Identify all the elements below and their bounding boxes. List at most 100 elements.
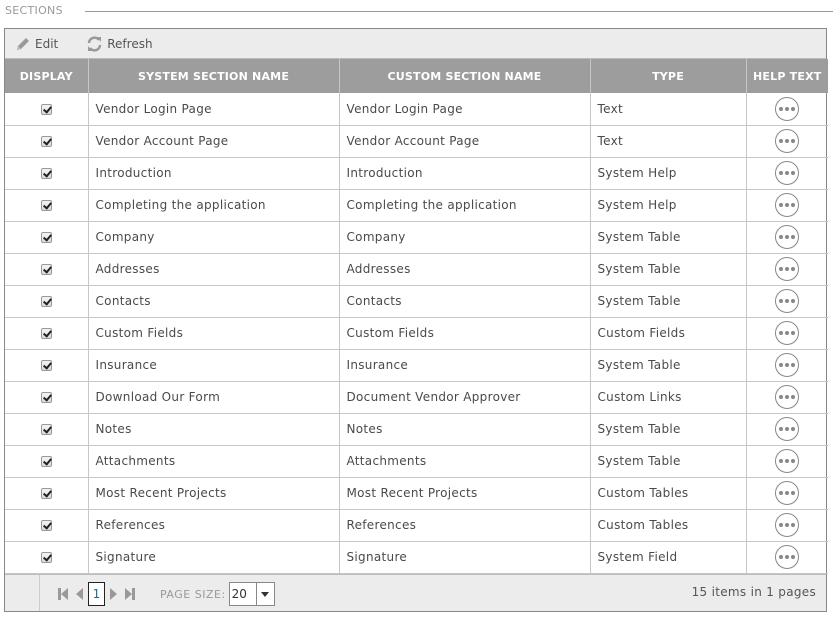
section-header: SECTIONS <box>5 4 833 20</box>
table-row[interactable]: Addresses Addresses System Table <box>5 253 828 286</box>
system-section-name-cell: Contacts <box>88 285 340 318</box>
last-page-icon[interactable] <box>122 583 138 605</box>
table-row[interactable]: Custom Fields Custom Fields Custom Fields <box>5 317 828 350</box>
pencil-icon <box>17 37 29 50</box>
table-row[interactable]: Completing the application Completing the… <box>5 189 828 222</box>
display-checkbox[interactable] <box>40 392 52 403</box>
edit-label: Edit <box>35 36 59 51</box>
custom-section-name-cell: Signature <box>339 541 591 574</box>
custom-section-name-cell: Introduction <box>339 157 591 190</box>
more-dots-icon[interactable] <box>775 193 800 217</box>
type-cell: Custom Tables <box>590 477 747 510</box>
more-dots-icon[interactable] <box>775 225 800 249</box>
sections-grid: Edit Refresh DISPLAY SYSTEM SECTION NAME <box>4 28 828 612</box>
table-row[interactable]: Vendor Login Page Vendor Login Page Text <box>5 93 828 126</box>
table-row[interactable]: Most Recent Projects Most Recent Projects… <box>5 477 828 510</box>
display-checkbox[interactable] <box>40 424 52 435</box>
display-checkbox[interactable] <box>40 232 52 243</box>
more-dots-icon[interactable] <box>775 129 800 153</box>
table-row[interactable]: Insurance Insurance System Table <box>5 349 828 382</box>
help-text-cell <box>746 477 828 510</box>
table-row[interactable]: Contacts Contacts System Table <box>5 285 828 318</box>
pager-nav: 1 PAGE SIZE: 20 <box>55 582 275 606</box>
custom-section-name-cell: Document Vendor Approver <box>339 381 591 414</box>
table-row[interactable]: References References Custom Tables <box>5 509 828 542</box>
more-dots-icon[interactable] <box>775 289 800 313</box>
custom-section-name-cell: Company <box>339 221 591 254</box>
help-text-cell <box>746 381 828 414</box>
display-checkbox[interactable] <box>40 456 52 467</box>
help-text-cell <box>746 509 828 542</box>
display-checkbox[interactable] <box>40 488 52 499</box>
display-cell <box>5 285 89 318</box>
display-checkbox[interactable] <box>40 520 52 531</box>
type-cell: System Table <box>590 413 747 446</box>
type-cell: System Table <box>590 253 747 286</box>
system-section-name-cell: Company <box>88 221 340 254</box>
current-page-button[interactable]: 1 <box>88 582 105 606</box>
table-row[interactable]: Notes Notes System Table <box>5 413 828 446</box>
custom-section-name-cell: Insurance <box>339 349 591 382</box>
more-dots-icon[interactable] <box>775 257 800 281</box>
display-checkbox[interactable] <box>40 103 52 115</box>
display-cell <box>5 413 89 446</box>
system-section-name-cell: Insurance <box>88 349 340 382</box>
column-header-type[interactable]: TYPE <box>590 59 747 93</box>
display-checkbox[interactable] <box>40 168 52 179</box>
more-dots-icon[interactable] <box>775 545 800 569</box>
more-dots-icon[interactable] <box>775 481 800 505</box>
more-dots-icon[interactable] <box>775 385 800 409</box>
refresh-button[interactable]: Refresh <box>86 35 153 52</box>
help-text-cell <box>746 349 828 382</box>
help-text-cell <box>746 541 828 574</box>
table-row[interactable]: Download Our Form Document Vendor Approve… <box>5 381 828 414</box>
table-row[interactable]: Vendor Account Page Vendor Account Page Te… <box>5 125 828 158</box>
more-dots-icon[interactable] <box>775 353 800 377</box>
display-cell <box>5 157 89 190</box>
custom-section-name-cell: Custom Fields <box>339 317 591 350</box>
column-header-display[interactable]: DISPLAY <box>5 59 89 93</box>
type-cell: System Table <box>590 349 747 382</box>
column-header-system-section-name[interactable]: SYSTEM SECTION NAME <box>88 59 340 93</box>
more-dots-icon[interactable] <box>775 161 800 185</box>
display-checkbox[interactable] <box>40 264 52 275</box>
help-text-cell <box>746 93 828 126</box>
column-header-custom-section-name[interactable]: CUSTOM SECTION NAME <box>339 59 591 93</box>
type-cell: System Help <box>590 157 747 190</box>
page-size-value: 20 <box>231 587 247 601</box>
more-dots-icon[interactable] <box>775 417 800 441</box>
next-page-icon[interactable] <box>106 583 122 605</box>
type-cell: Text <box>590 93 747 126</box>
first-page-icon[interactable] <box>55 583 71 605</box>
display-checkbox[interactable] <box>40 136 52 147</box>
page-size-label: PAGE SIZE: <box>160 587 226 601</box>
display-checkbox[interactable] <box>40 296 52 307</box>
table-row[interactable]: Signature Signature System Field <box>5 541 828 574</box>
column-header-help-text[interactable]: HELP TEXT <box>746 59 828 93</box>
display-checkbox[interactable] <box>40 552 52 563</box>
table-row[interactable]: Company Company System Table <box>5 221 828 254</box>
help-text-cell <box>746 157 828 190</box>
system-section-name-cell: Vendor Account Page <box>88 125 340 158</box>
edit-button[interactable]: Edit <box>15 36 58 52</box>
custom-section-name-cell: Completing the application <box>339 189 591 222</box>
sections-table: DISPLAY SYSTEM SECTION NAME CUSTOM SECTI… <box>5 59 828 574</box>
display-cell <box>5 93 89 126</box>
custom-section-name-cell: References <box>339 509 591 542</box>
table-row[interactable]: Introduction Introduction System Help <box>5 157 828 190</box>
display-checkbox[interactable] <box>40 360 52 371</box>
more-dots-icon[interactable] <box>775 321 800 345</box>
display-checkbox[interactable] <box>40 200 52 211</box>
prev-page-icon[interactable] <box>71 583 87 605</box>
table-row[interactable]: Attachments Attachments System Table <box>5 445 828 478</box>
system-section-name-cell: Addresses <box>88 253 340 286</box>
more-dots-icon[interactable] <box>775 513 800 537</box>
chevron-down-icon[interactable] <box>255 583 274 605</box>
more-dots-icon[interactable] <box>775 449 800 473</box>
help-text-cell <box>746 125 828 158</box>
more-dots-icon[interactable] <box>775 96 800 121</box>
page-size-select[interactable]: 20 <box>228 582 275 606</box>
display-checkbox[interactable] <box>40 328 52 339</box>
help-text-cell <box>746 221 828 254</box>
pager: 1 PAGE SIZE: 20 15 items in 1 pages <box>5 574 826 611</box>
